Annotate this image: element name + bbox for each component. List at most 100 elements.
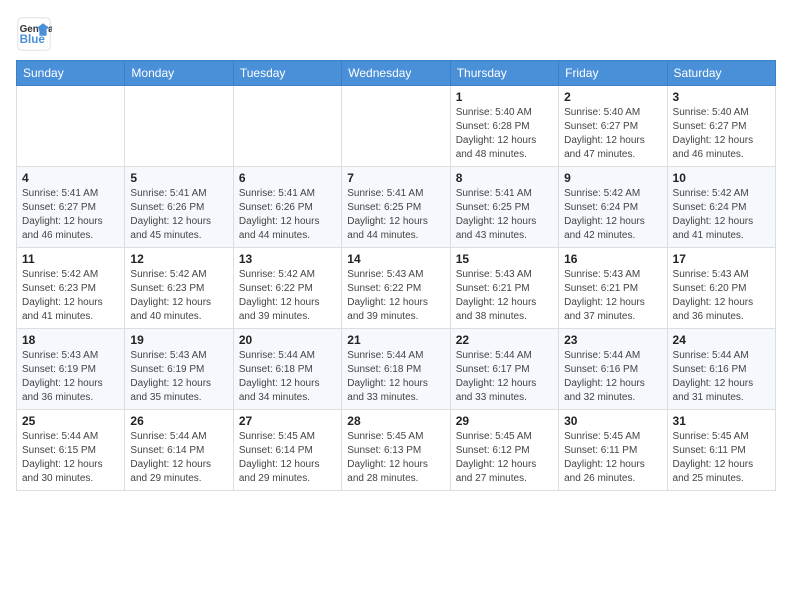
- calendar-cell: [233, 86, 341, 167]
- calendar-cell: 15 Sunrise: 5:43 AM Sunset: 6:21 PM Dayli…: [450, 248, 558, 329]
- day-info: Sunrise: 5:43 AM Sunset: 6:20 PM Dayligh…: [673, 268, 770, 324]
- week-row-2: 4 Sunrise: 5:41 AM Sunset: 6:27 PM Daylig…: [17, 167, 776, 248]
- day-info: Sunrise: 5:45 AM Sunset: 6:11 PM Dayligh…: [673, 430, 770, 486]
- col-header-wednesday: Wednesday: [342, 61, 450, 86]
- calendar-cell: 11Sunrise: 5:42 AM Sunset: 6:23 PM Dayli…: [17, 248, 125, 329]
- day-info: Sunrise: 5:43 AM Sunset: 6:21 PM Dayligh…: [564, 268, 661, 324]
- day-number: 15: [456, 252, 553, 266]
- day-info: Sunrise: 5:45 AM Sunset: 6:12 PM Dayligh…: [456, 430, 553, 486]
- day-info: Sunrise: 5:41 AM Sunset: 6:26 PM Dayligh…: [239, 187, 336, 243]
- day-info: Sunrise: 5:41 AM Sunset: 6:25 PM Dayligh…: [456, 187, 553, 243]
- week-row-5: 25 Sunrise: 5:44 AM Sunset: 6:15 PM Dayli…: [17, 410, 776, 491]
- day-info: Sunrise: 5:45 AM Sunset: 6:14 PM Dayligh…: [239, 430, 336, 486]
- day-info: Sunrise: 5:41 AM Sunset: 6:27 PM Dayligh…: [22, 187, 119, 243]
- day-info: Sunrise: 5:44 AM Sunset: 6:15 PM Dayligh…: [22, 430, 119, 486]
- calendar-cell: 16 Sunrise: 5:43 AM Sunset: 6:21 PM Dayli…: [559, 248, 667, 329]
- calendar-cell: 4 Sunrise: 5:41 AM Sunset: 6:27 PM Daylig…: [17, 167, 125, 248]
- calendar-cell: 10 Sunrise: 5:42 AM Sunset: 6:24 PM Dayli…: [667, 167, 775, 248]
- calendar-cell: 21 Sunrise: 5:44 AM Sunset: 6:18 PM Dayli…: [342, 329, 450, 410]
- day-info: Sunrise: 5:45 AM Sunset: 6:11 PM Dayligh…: [564, 430, 661, 486]
- day-number: 3: [673, 90, 770, 104]
- week-row-1: 1 Sunrise: 5:40 AM Sunset: 6:28 PM Daylig…: [17, 86, 776, 167]
- calendar-cell: 30 Sunrise: 5:45 AM Sunset: 6:11 PM Dayli…: [559, 410, 667, 491]
- calendar-cell: [342, 86, 450, 167]
- calendar-cell: 31 Sunrise: 5:45 AM Sunset: 6:11 PM Dayli…: [667, 410, 775, 491]
- day-number: 28: [347, 414, 444, 428]
- col-header-sunday: Sunday: [17, 61, 125, 86]
- day-number: 25: [22, 414, 119, 428]
- calendar-cell: 5 Sunrise: 5:41 AM Sunset: 6:26 PM Daylig…: [125, 167, 233, 248]
- calendar-cell: [125, 86, 233, 167]
- day-number: 18: [22, 333, 119, 347]
- week-row-4: 18 Sunrise: 5:43 AM Sunset: 6:19 PM Dayli…: [17, 329, 776, 410]
- day-number: 20: [239, 333, 336, 347]
- day-info: Sunrise: 5:44 AM Sunset: 6:18 PM Dayligh…: [239, 349, 336, 405]
- col-header-saturday: Saturday: [667, 61, 775, 86]
- week-row-3: 11 Sunrise: 5:42 AM Sunset: 6:23 PM Dayli…: [17, 248, 776, 329]
- day-info: Sunrise: 5:45 AM Sunset: 6:13 PM Dayligh…: [347, 430, 444, 486]
- col-header-friday: Friday: [559, 61, 667, 86]
- day-info: Sunrise: 5:43 AM Sunset: 6:19 PM Dayligh…: [130, 349, 227, 405]
- day-info: Sunrise: 5:41 AM Sunset: 6:26 PM Dayligh…: [130, 187, 227, 243]
- day-number: 17: [673, 252, 770, 266]
- day-info: Sunrise: 5:42 AM Sunset: 6:24 PM Dayligh…: [673, 187, 770, 243]
- day-info: Sunrise: 5:40 AM Sunset: 6:27 PM Dayligh…: [673, 106, 770, 162]
- page-header: General Blue: [16, 16, 776, 52]
- calendar-cell: 13Sunrise: 5:42 AM Sunset: 6:22 PM Dayli…: [233, 248, 341, 329]
- calendar-cell: 25 Sunrise: 5:44 AM Sunset: 6:15 PM Dayli…: [17, 410, 125, 491]
- calendar-cell: 6 Sunrise: 5:41 AM Sunset: 6:26 PM Daylig…: [233, 167, 341, 248]
- day-info: Sunrise: 5:43 AM Sunset: 6:19 PM Dayligh…: [22, 349, 119, 405]
- day-number: 26: [130, 414, 227, 428]
- calendar-cell: 3 Sunrise: 5:40 AM Sunset: 6:27 PM Daylig…: [667, 86, 775, 167]
- day-info: Sunrise: 5:42 AM Sunset: 6:23 PM Dayligh…: [130, 268, 227, 324]
- calendar-cell: 22 Sunrise: 5:44 AM Sunset: 6:17 PM Dayli…: [450, 329, 558, 410]
- calendar-cell: 23 Sunrise: 5:44 AM Sunset: 6:16 PM Dayli…: [559, 329, 667, 410]
- day-number: 10: [673, 171, 770, 185]
- day-info: Sunrise: 5:44 AM Sunset: 6:18 PM Dayligh…: [347, 349, 444, 405]
- col-header-thursday: Thursday: [450, 61, 558, 86]
- day-number: 22: [456, 333, 553, 347]
- calendar-cell: 28 Sunrise: 5:45 AM Sunset: 6:13 PM Dayli…: [342, 410, 450, 491]
- day-number: 21: [347, 333, 444, 347]
- calendar-cell: [17, 86, 125, 167]
- logo: General Blue: [16, 16, 52, 52]
- col-header-monday: Monday: [125, 61, 233, 86]
- calendar-cell: 2 Sunrise: 5:40 AM Sunset: 6:27 PM Daylig…: [559, 86, 667, 167]
- day-info: Sunrise: 5:40 AM Sunset: 6:27 PM Dayligh…: [564, 106, 661, 162]
- logo-icon: General Blue: [16, 16, 52, 52]
- day-number: 30: [564, 414, 661, 428]
- day-number: 19: [130, 333, 227, 347]
- day-number: 5: [130, 171, 227, 185]
- day-info: Sunrise: 5:44 AM Sunset: 6:16 PM Dayligh…: [564, 349, 661, 405]
- day-number: 7: [347, 171, 444, 185]
- day-number: 9: [564, 171, 661, 185]
- day-number: 23: [564, 333, 661, 347]
- day-number: 11: [22, 252, 119, 266]
- calendar-cell: 17 Sunrise: 5:43 AM Sunset: 6:20 PM Dayli…: [667, 248, 775, 329]
- day-number: 12: [130, 252, 227, 266]
- day-number: 13: [239, 252, 336, 266]
- day-number: 24: [673, 333, 770, 347]
- day-info: Sunrise: 5:43 AM Sunset: 6:21 PM Dayligh…: [456, 268, 553, 324]
- day-number: 16: [564, 252, 661, 266]
- day-number: 2: [564, 90, 661, 104]
- calendar-cell: 27 Sunrise: 5:45 AM Sunset: 6:14 PM Dayli…: [233, 410, 341, 491]
- day-info: Sunrise: 5:42 AM Sunset: 6:24 PM Dayligh…: [564, 187, 661, 243]
- day-number: 4: [22, 171, 119, 185]
- day-number: 6: [239, 171, 336, 185]
- day-number: 14: [347, 252, 444, 266]
- calendar-cell: 9 Sunrise: 5:42 AM Sunset: 6:24 PM Daylig…: [559, 167, 667, 248]
- calendar-table: SundayMondayTuesdayWednesdayThursdayFrid…: [16, 60, 776, 491]
- day-info: Sunrise: 5:44 AM Sunset: 6:17 PM Dayligh…: [456, 349, 553, 405]
- day-number: 1: [456, 90, 553, 104]
- calendar-cell: 7 Sunrise: 5:41 AM Sunset: 6:25 PM Daylig…: [342, 167, 450, 248]
- day-info: Sunrise: 5:41 AM Sunset: 6:25 PM Dayligh…: [347, 187, 444, 243]
- calendar-cell: 12 Sunrise: 5:42 AM Sunset: 6:23 PM Dayli…: [125, 248, 233, 329]
- day-info: Sunrise: 5:44 AM Sunset: 6:14 PM Dayligh…: [130, 430, 227, 486]
- day-number: 31: [673, 414, 770, 428]
- calendar-cell: 29Sunrise: 5:45 AM Sunset: 6:12 PM Dayli…: [450, 410, 558, 491]
- col-header-tuesday: Tuesday: [233, 61, 341, 86]
- day-number: 27: [239, 414, 336, 428]
- day-info: Sunrise: 5:44 AM Sunset: 6:16 PM Dayligh…: [673, 349, 770, 405]
- day-info: Sunrise: 5:40 AM Sunset: 6:28 PM Dayligh…: [456, 106, 553, 162]
